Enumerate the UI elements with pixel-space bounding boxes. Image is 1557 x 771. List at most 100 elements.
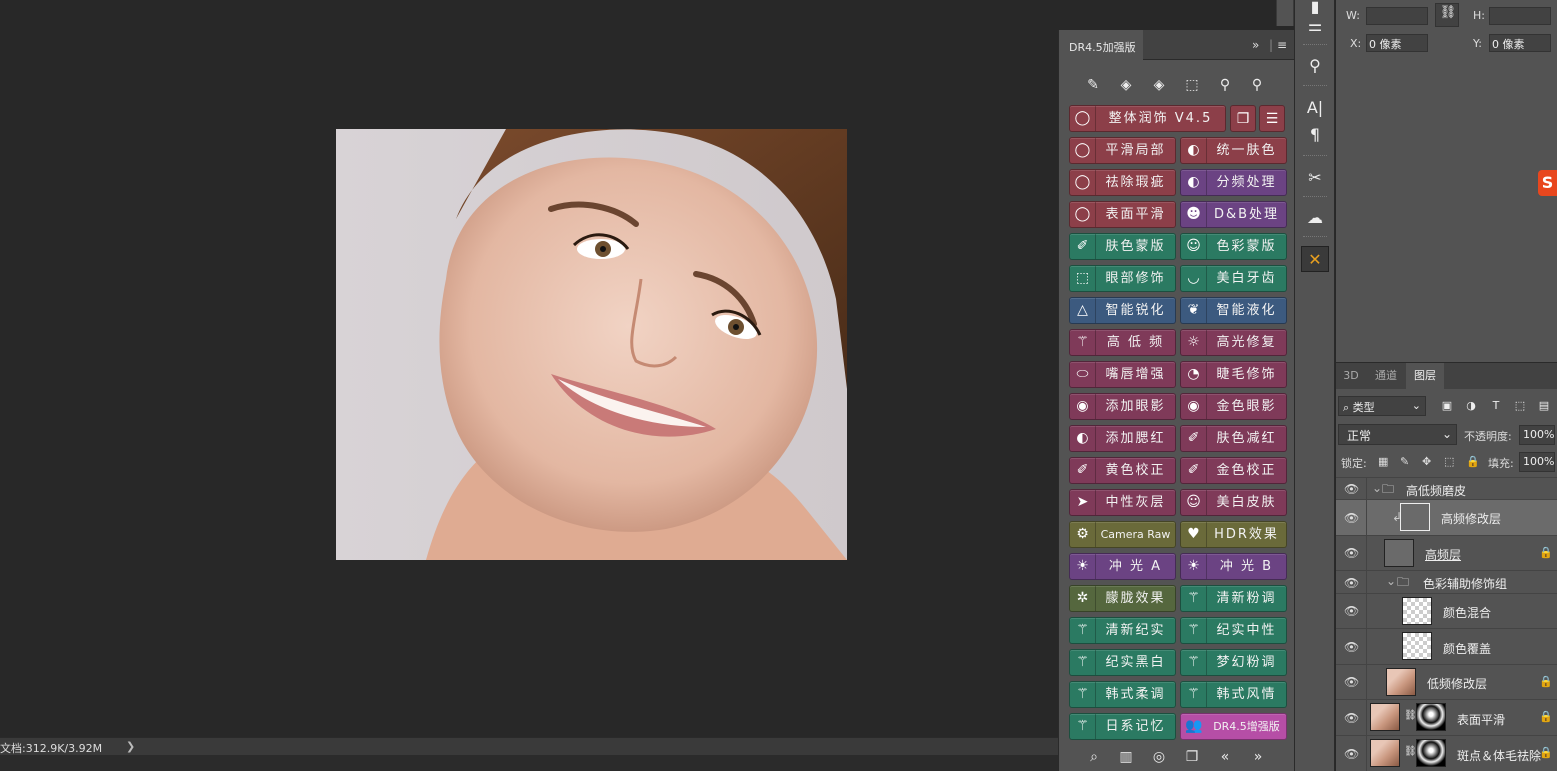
filter-pixel-icon[interactable]: ▣ [1439, 398, 1455, 414]
tab-channels[interactable]: 通道 [1367, 363, 1405, 389]
sogou-ime-icon[interactable]: S [1538, 170, 1557, 196]
filter-smart-icon[interactable]: ▤ [1536, 398, 1552, 414]
eye-icon[interactable]: 👁 [1344, 675, 1359, 689]
fresh-documentary-button[interactable]: ⚚ 清新纪实 [1069, 617, 1176, 644]
documentary-bw-button[interactable]: ⚚ 纪实黑白 [1069, 649, 1176, 676]
lock-paint-icon[interactable]: ✎ [1400, 455, 1409, 468]
surface-smooth-button[interactable]: ◯ 表面平滑 [1069, 201, 1176, 228]
width-input[interactable] [1366, 7, 1428, 25]
eye-icon[interactable]: 👁 [1344, 482, 1359, 496]
eye-icon[interactable]: 👁 [1344, 576, 1359, 590]
whiten-teeth-button[interactable]: ◡ 美白牙齿 [1180, 265, 1287, 292]
color-mask-button[interactable]: ☺ 色彩蒙版 [1180, 233, 1287, 260]
libraries-icon[interactable]: ☁ [1301, 205, 1329, 231]
panel-menu-icon[interactable]: ≡ [1277, 38, 1287, 52]
duplicate-icon[interactable]: ❐ [1181, 746, 1203, 768]
layer-row[interactable]: 👁 颜色混合 [1336, 593, 1557, 628]
selection-icon[interactable]: ⬚ [1182, 75, 1202, 95]
add-blush-button[interactable]: ◐ 添加腮红 [1069, 425, 1176, 452]
dr45-enhanced-button[interactable]: 👥 DR4.5增强版 [1180, 713, 1287, 740]
stamp-icon[interactable]: ⚲ [1215, 75, 1235, 95]
layer-row-selected[interactable]: 👁 ↲ 高频修改层 [1336, 499, 1557, 535]
eye-retouch-button[interactable]: ⬚ 眼部修饰 [1069, 265, 1176, 292]
eye-icon[interactable]: 👁 [1344, 546, 1359, 560]
lock-pixels-icon[interactable]: ▦ [1378, 455, 1388, 468]
korean-style-button[interactable]: ⚚ 韩式风情 [1180, 681, 1287, 708]
chevron-right-icon[interactable]: » [1247, 746, 1269, 768]
filter-type-icon[interactable]: T [1488, 398, 1504, 414]
brush-tool-icon[interactable]: ✎ [1083, 75, 1103, 95]
yellow-correct-button[interactable]: ✐ 黄色校正 [1069, 457, 1176, 484]
scrollbar-thumb[interactable] [1277, 0, 1293, 26]
opacity-input[interactable]: 100% [1519, 425, 1555, 445]
frequency-separation-button[interactable]: ◐ 分频处理 [1180, 169, 1287, 196]
skin-mask-button[interactable]: ✐ 肤色蒙版 [1069, 233, 1176, 260]
hdr-effect-button[interactable]: ♥ HDR效果 [1180, 521, 1287, 548]
bandage-icon[interactable]: ◈ [1116, 75, 1136, 95]
tool-presets-icon[interactable]: ✂ [1301, 165, 1329, 191]
lock-position-icon[interactable]: ✥ [1422, 455, 1431, 468]
light-b-button[interactable]: ☀ 冲 光 B [1180, 553, 1287, 580]
whiten-skin-button[interactable]: ☺ 美白皮肤 [1180, 489, 1287, 516]
layer-row[interactable]: 👁 颜色覆盖 [1336, 628, 1557, 664]
collapse-panel-icon[interactable]: » [1252, 38, 1259, 52]
preview-icon[interactable]: ◎ [1148, 746, 1170, 768]
link-icon[interactable]: ⛓ [1435, 3, 1459, 27]
documentary-neutral-button[interactable]: ⚚ 纪实中性 [1180, 617, 1287, 644]
camera-raw-button[interactable]: ⚙ Camera Raw [1069, 521, 1176, 548]
lock-all-icon[interactable]: 🔒 [1466, 455, 1480, 468]
dreamy-pink-button[interactable]: ⚚ 梦幻粉调 [1180, 649, 1287, 676]
expand-chevron-icon[interactable]: ⌄ [1386, 574, 1396, 588]
filter-adjustment-icon[interactable]: ◑ [1463, 398, 1479, 414]
settings-sliders-icon[interactable]: ☰ [1259, 105, 1285, 132]
eye-icon[interactable]: 👁 [1344, 511, 1359, 525]
chain-link-icon[interactable]: ⛓ [1404, 746, 1417, 757]
paragraph-icon[interactable]: ¶ [1301, 122, 1329, 148]
add-eyeshadow-button[interactable]: ◉ 添加眼影 [1069, 393, 1176, 420]
dr-panel-tab[interactable]: DR4.5加强版 [1059, 30, 1143, 60]
eye-icon[interactable]: 👁 [1344, 747, 1359, 761]
eyelash-button[interactable]: ◔ 睫毛修饰 [1180, 361, 1287, 388]
fill-input[interactable]: 100% [1519, 452, 1555, 472]
tab-layers[interactable]: 图层 [1406, 363, 1444, 389]
dodge-burn-button[interactable]: ☻ D&B处理 [1180, 201, 1287, 228]
patch-icon[interactable]: ◈ [1149, 75, 1169, 95]
korean-soft-button[interactable]: ⚚ 韩式柔调 [1069, 681, 1176, 708]
layer-row[interactable]: 👁 低频修改层 🔒 [1336, 664, 1557, 699]
smart-liquify-button[interactable]: ❦ 智能液化 [1180, 297, 1287, 324]
adjustments-icon[interactable]: ⚌ [1301, 13, 1329, 39]
japanese-memory-button[interactable]: ⚚ 日系记忆 [1069, 713, 1176, 740]
portrait-photo[interactable] [336, 129, 847, 560]
neutral-gray-button[interactable]: ➤ 中性灰层 [1069, 489, 1176, 516]
smooth-local-button[interactable]: ◯ 平滑局部 [1069, 137, 1176, 164]
x-input[interactable]: 0 像素 [1366, 34, 1428, 52]
dr-plugin-icon[interactable]: ✕ [1301, 246, 1329, 272]
lock-artboard-icon[interactable]: ⬚ [1444, 455, 1454, 468]
layers-copy-icon[interactable]: ❐ [1230, 105, 1256, 132]
layer-filter-select[interactable]: ⌕ 类型 ⌄ [1338, 396, 1426, 416]
compare-icon[interactable]: ▥ [1115, 746, 1137, 768]
reduce-red-button[interactable]: ✐ 肤色减红 [1180, 425, 1287, 452]
eye-icon[interactable]: 👁 [1344, 640, 1359, 654]
character-icon[interactable]: A| [1301, 95, 1329, 121]
layer-row[interactable]: 👁 ⌄ 🗀 色彩辅助修饰组 [1336, 570, 1557, 593]
smart-sharpen-button[interactable]: △ 智能锐化 [1069, 297, 1176, 324]
haze-effect-button[interactable]: ✲ 朦胧效果 [1069, 585, 1176, 612]
fresh-pink-button[interactable]: ⚚ 清新粉调 [1180, 585, 1287, 612]
y-input[interactable]: 0 像素 [1489, 34, 1551, 52]
filter-shape-icon[interactable]: ⬚ [1512, 398, 1528, 414]
gold-correct-button[interactable]: ✐ 金色校正 [1180, 457, 1287, 484]
remove-blemish-button[interactable]: ◯ 祛除瑕疵 [1069, 169, 1176, 196]
height-input[interactable] [1489, 7, 1551, 25]
light-a-button[interactable]: ☀ 冲 光 A [1069, 553, 1176, 580]
expand-chevron-icon[interactable]: ⌄ [1372, 481, 1382, 495]
layer-row[interactable]: 👁 ⌄ 🗀 高低频磨皮 [1336, 477, 1557, 499]
gold-eyeshadow-button[interactable]: ◉ 金色眼影 [1180, 393, 1287, 420]
layer-row[interactable]: 👁 ⛓ 表面平滑 🔒 [1336, 699, 1557, 735]
high-low-freq-button[interactable]: ⚚ 高 低 频 [1069, 329, 1176, 356]
eye-icon[interactable]: 👁 [1344, 711, 1359, 725]
status-menu-arrow-icon[interactable]: ❯ [126, 740, 135, 753]
overall-retouch-button[interactable]: ◯ 整体润饰 V4.5 [1069, 105, 1226, 132]
blend-mode-select[interactable]: 正常 ⌄ [1338, 424, 1457, 445]
tab-3d[interactable]: 3D [1336, 363, 1366, 389]
